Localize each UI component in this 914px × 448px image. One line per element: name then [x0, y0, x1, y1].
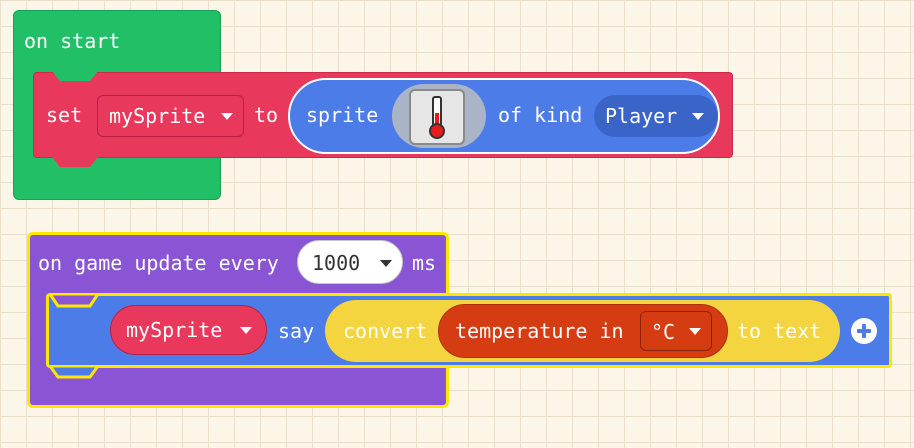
sprite-image-frame[interactable]	[409, 89, 465, 145]
chevron-down-icon	[689, 328, 701, 335]
block-notch-top	[48, 294, 100, 308]
block-notch-top	[52, 71, 98, 81]
convert-label: convert	[343, 319, 428, 343]
kind-dropdown[interactable]: Player	[594, 95, 718, 137]
block-notch-bottom	[48, 366, 100, 379]
interval-unit: ms	[412, 251, 437, 275]
thermometer-icon	[429, 96, 445, 139]
variable-name: mySprite	[109, 104, 206, 128]
chevron-down-icon	[221, 113, 233, 120]
game-update-label: on game update every	[38, 251, 279, 275]
sprite-variable-dropdown[interactable]: mySprite	[110, 305, 267, 355]
on-start-label: on start	[24, 29, 121, 53]
to-label: to	[254, 103, 279, 127]
block-notch-bottom	[52, 157, 98, 167]
plus-circle-icon[interactable]	[851, 318, 877, 344]
kind-value: Player	[605, 104, 678, 128]
interval-dropdown[interactable]: 1000	[297, 240, 403, 284]
variable-dropdown[interactable]: mySprite	[97, 95, 244, 137]
sprite-variable-name: mySprite	[126, 318, 223, 342]
interval-value: 1000	[312, 251, 361, 275]
say-label: say	[278, 319, 315, 343]
chevron-down-icon	[380, 260, 392, 267]
chevron-down-icon	[240, 327, 252, 334]
chevron-down-icon	[692, 113, 704, 120]
to-text-label: to text	[737, 319, 822, 343]
of-kind-label: of kind	[498, 103, 583, 127]
sprite-label: sprite	[306, 103, 379, 127]
temperature-unit-dropdown[interactable]: °C	[640, 311, 712, 351]
set-label: set	[46, 103, 83, 127]
temperature-unit: °C	[651, 320, 676, 344]
temperature-label: temperature in	[455, 319, 624, 343]
